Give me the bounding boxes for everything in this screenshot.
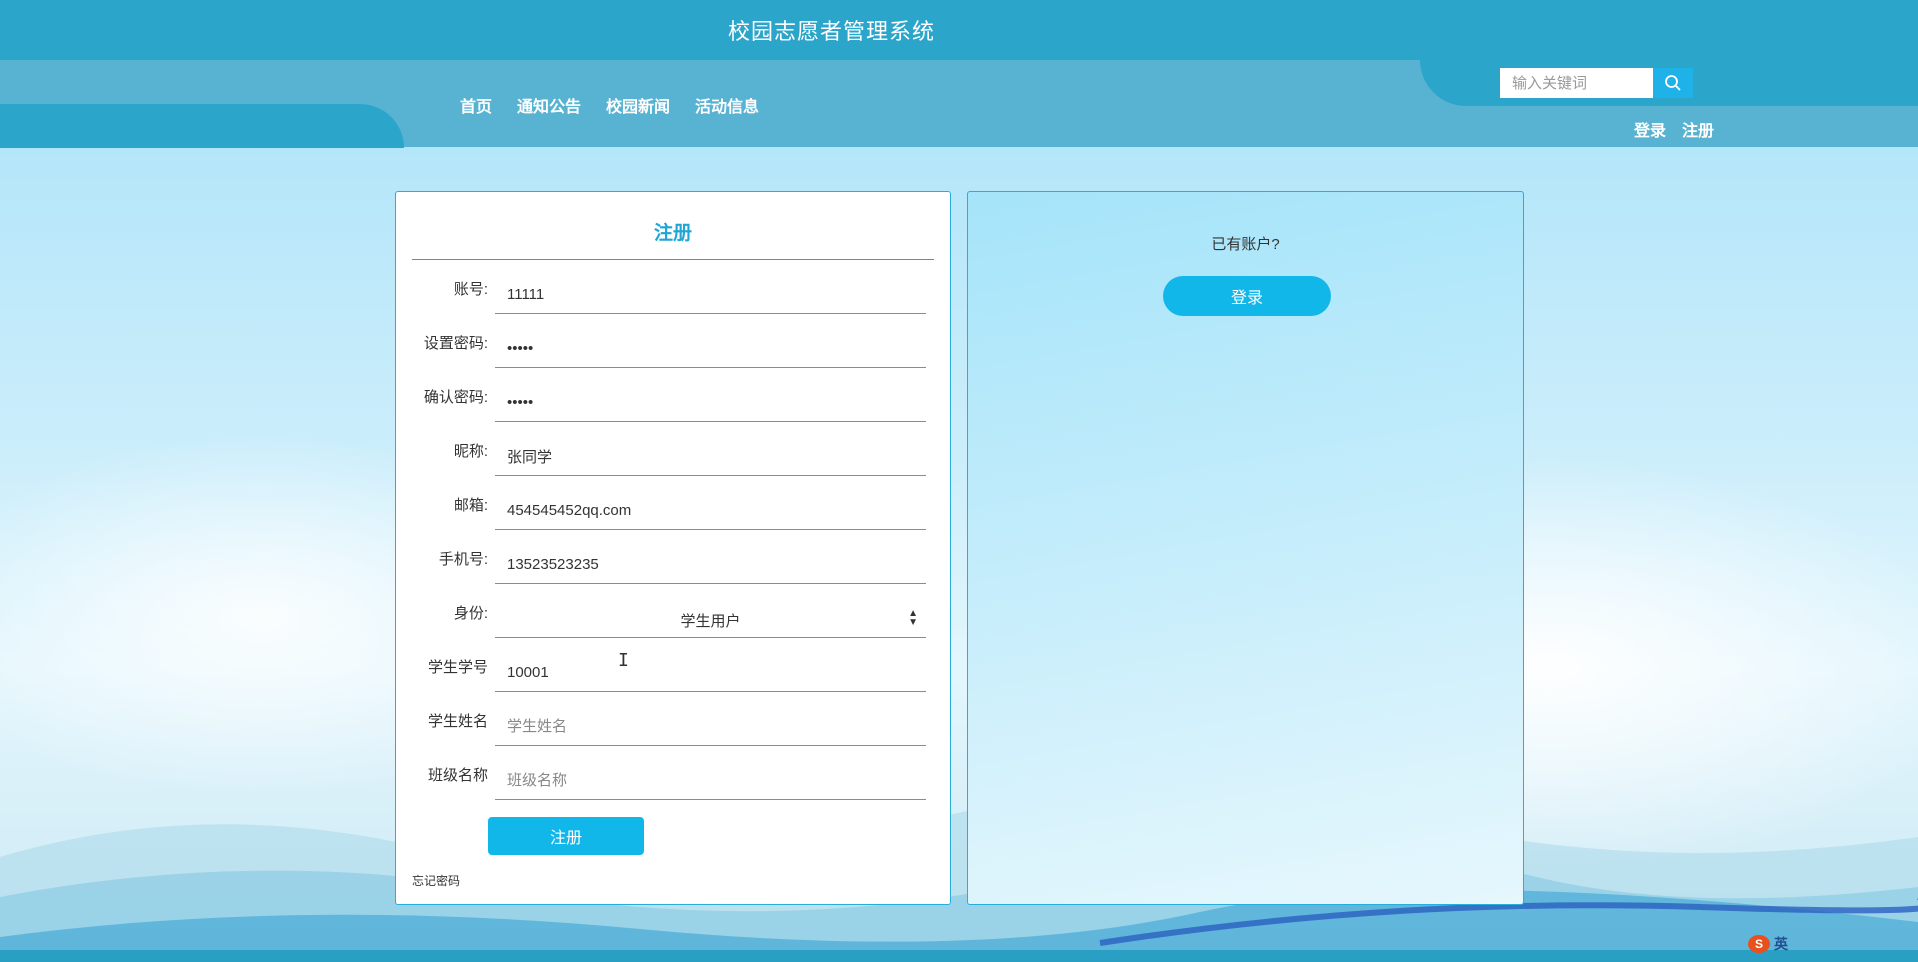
login-panel: 已有账户? 登录 [967, 191, 1524, 905]
role-select-value: 学生用户 [680, 613, 741, 630]
field-row-phone: 手机号: [396, 538, 952, 592]
search-button[interactable] [1653, 68, 1693, 98]
field-row-student-name: 学生姓名 [396, 700, 952, 754]
field-row-email: 邮箱: [396, 484, 952, 538]
bottom-bar [0, 950, 1918, 962]
login-button[interactable]: 登录 [1163, 276, 1331, 316]
csdn-logo-icon: S [1748, 935, 1770, 953]
email-input[interactable] [495, 492, 926, 530]
text-cursor-icon: I [618, 650, 629, 671]
student-name-input[interactable] [495, 708, 926, 746]
field-row-confirm-password: 确认密码: [396, 376, 952, 430]
background-scene [0, 147, 1918, 950]
nav-item-activities[interactable]: 活动信息 [695, 93, 759, 117]
header-register-link[interactable]: 注册 [1682, 117, 1714, 141]
background-waves [0, 789, 1918, 950]
field-row-class-name: 班级名称 [396, 754, 952, 808]
field-row-nickname: 昵称: [396, 430, 952, 484]
nav-item-news[interactable]: 校园新闻 [606, 93, 670, 117]
student-id-input[interactable] [495, 654, 926, 692]
phone-input[interactable] [495, 546, 926, 584]
main-nav: 首页 通知公告 校园新闻 活动信息 [460, 93, 784, 117]
ime-indicator[interactable]: 英 [1774, 934, 1788, 954]
field-row-role: 身份: 学生用户 ▲ ▼ [396, 592, 952, 646]
nav-item-home[interactable]: 首页 [460, 93, 492, 117]
field-label: 班级名称 [427, 767, 488, 784]
field-label: 学生姓名 [427, 713, 488, 730]
role-select[interactable]: 学生用户 ▲ ▼ [495, 600, 926, 638]
site-title: 校园志愿者管理系统 [728, 19, 936, 44]
select-arrows-icon: ▲ ▼ [908, 608, 918, 628]
class-name-input[interactable] [495, 762, 926, 800]
field-label: 确认密码: [423, 389, 488, 406]
field-label: 身份: [453, 605, 488, 622]
search-icon [1665, 75, 1681, 91]
nickname-input[interactable] [495, 438, 926, 476]
field-label: 昵称: [453, 443, 488, 460]
field-label: 手机号: [438, 551, 488, 568]
register-card: 注册 账号: 设置密码: 确认密码: 昵称: 邮箱: 手机号: 身份: 学生用户… [395, 191, 951, 905]
system-tray: S 英 [1748, 934, 1788, 954]
confirm-password-input[interactable] [495, 384, 926, 422]
have-account-text: 已有账户? [1211, 236, 1280, 253]
field-label: 邮箱: [453, 497, 488, 514]
register-title: 注册 [412, 218, 934, 260]
account-input[interactable] [495, 276, 926, 314]
field-row-account: 账号: [396, 268, 952, 322]
auth-links: 登录 注册 [1634, 117, 1714, 141]
field-row-password: 设置密码: [396, 322, 952, 376]
header-login-link[interactable]: 登录 [1634, 117, 1666, 141]
password-input[interactable] [495, 330, 926, 368]
field-label: 账号: [453, 281, 488, 298]
register-submit-button[interactable]: 注册 [488, 817, 644, 855]
search-bar [1500, 68, 1693, 98]
forgot-password-link[interactable]: 忘记密码 [412, 872, 460, 889]
header-bar [0, 0, 1918, 60]
field-label: 设置密码: [423, 335, 488, 352]
nav-decoration-left [0, 104, 404, 148]
search-input[interactable] [1500, 68, 1653, 98]
nav-item-notices[interactable]: 通知公告 [517, 93, 581, 117]
field-label: 学生学号 [427, 659, 488, 676]
field-row-student-id: 学生学号 [396, 646, 952, 700]
